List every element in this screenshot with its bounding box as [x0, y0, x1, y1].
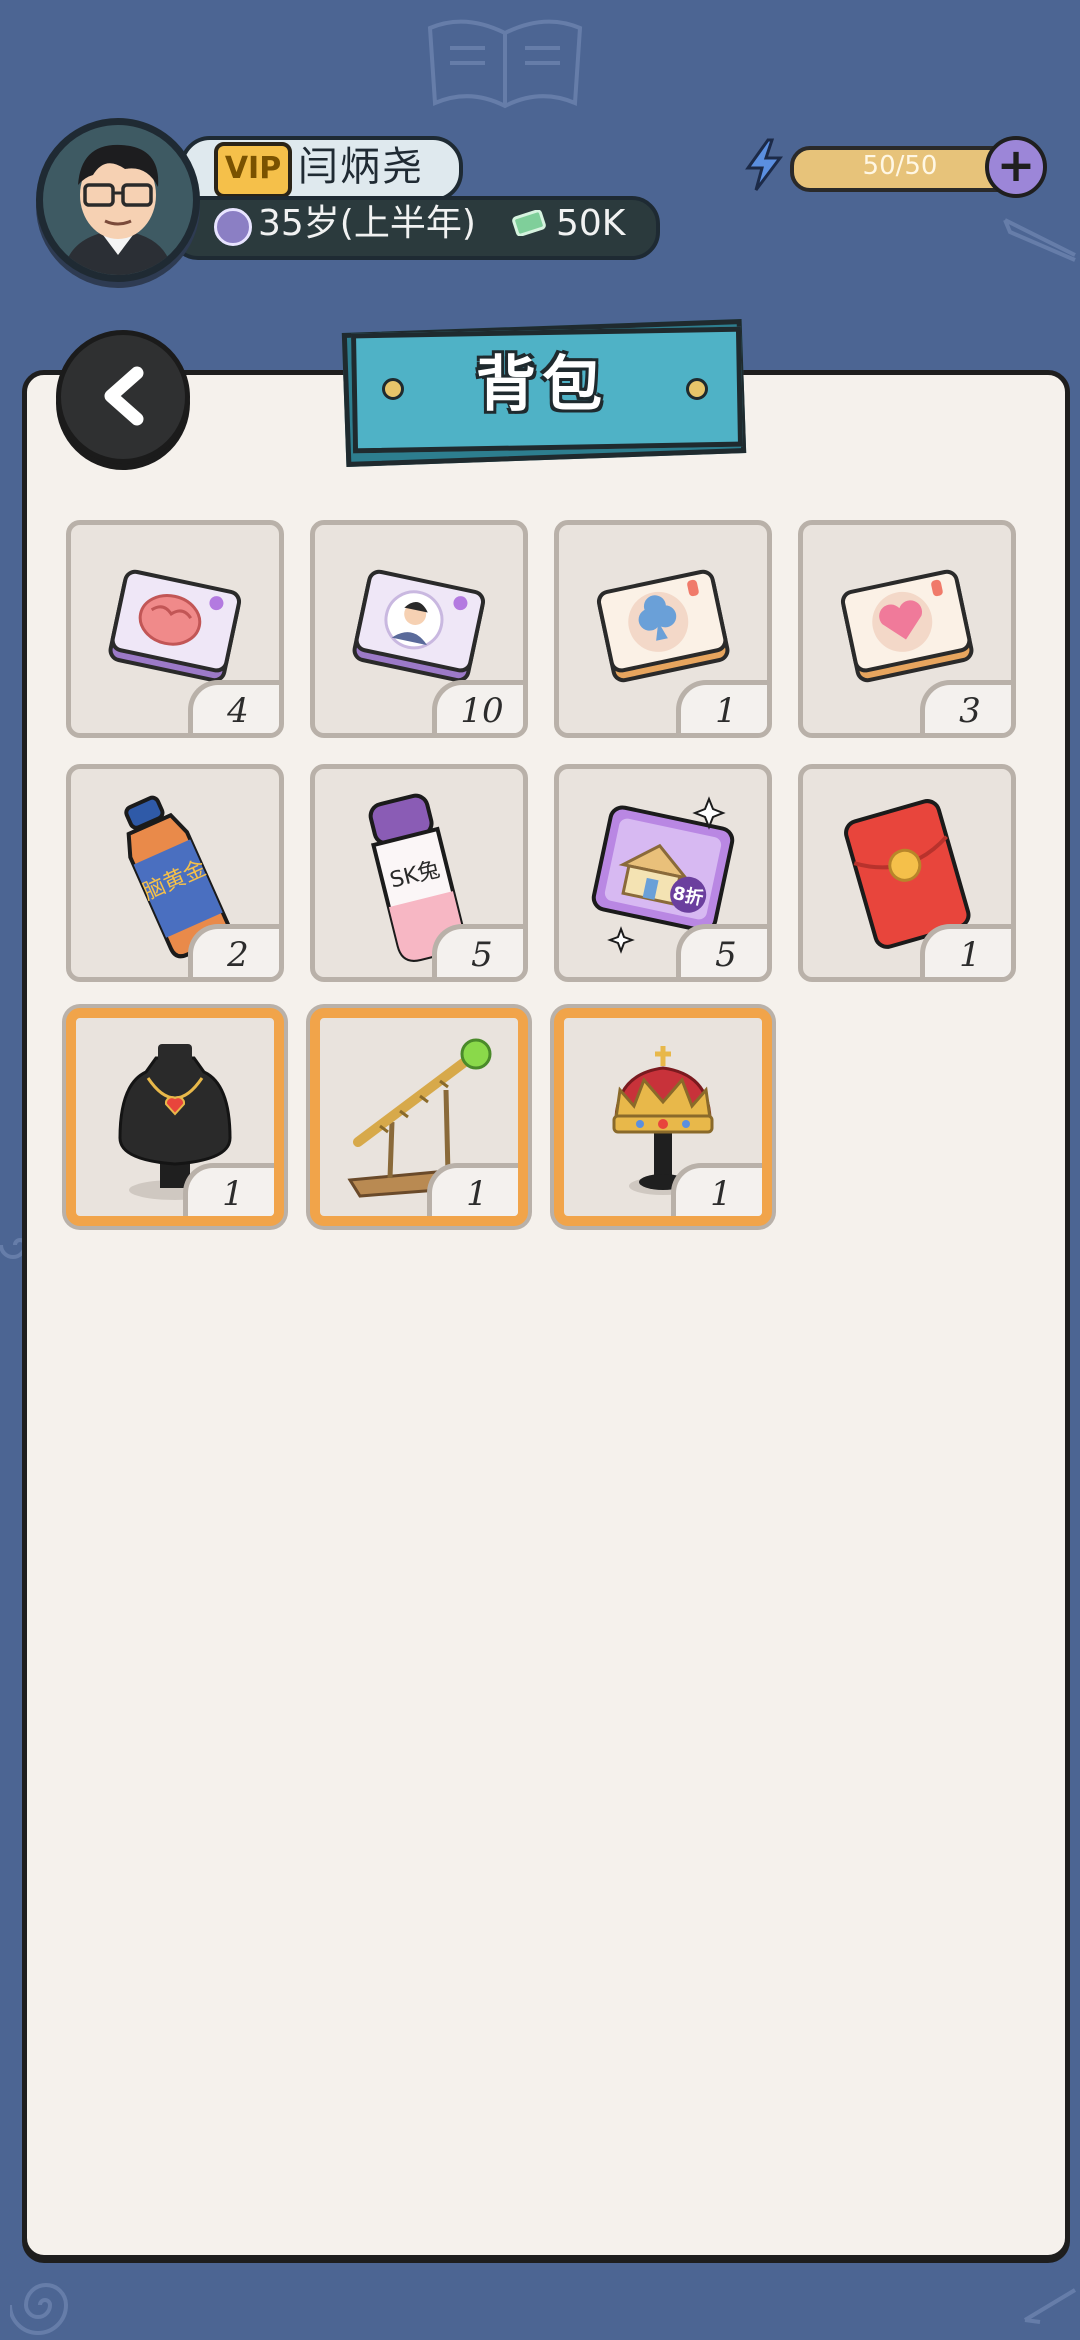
vip-badge[interactable]: VIP	[214, 142, 292, 198]
item-count: 1	[183, 1163, 274, 1216]
item-count: 1	[920, 924, 1011, 977]
clock-icon	[214, 208, 252, 246]
inventory-slot[interactable]: 10	[310, 520, 528, 738]
avatar[interactable]	[36, 118, 200, 282]
inventory-slot[interactable]: 脑黄金 2	[66, 764, 284, 982]
item-count: 1	[427, 1163, 518, 1216]
inventory-slot-rare[interactable]: 1	[554, 1008, 772, 1226]
inventory-slot-rare[interactable]: 1	[310, 1008, 528, 1226]
book-doodle-icon	[427, 19, 583, 109]
inventory-slot[interactable]: 1	[554, 520, 772, 738]
item-count: 1	[671, 1163, 762, 1216]
cash-icon	[512, 210, 546, 236]
item-count: 4	[188, 680, 279, 733]
item-count: 10	[432, 680, 523, 733]
energy-bolt-icon	[745, 138, 783, 191]
item-count: 5	[432, 924, 523, 977]
add-energy-button[interactable]: +	[985, 136, 1047, 198]
pencil-doodle-icon	[1023, 2288, 1077, 2324]
energy-value: 50/50	[862, 151, 938, 181]
player-name: 闫炳尧	[298, 144, 424, 190]
inventory-slot[interactable]: 1	[798, 764, 1016, 982]
pencil-doodle-icon	[1003, 218, 1076, 262]
page-title: 背包	[476, 350, 608, 420]
inventory-slot[interactable]: SK兔 5	[310, 764, 528, 982]
inventory-slot[interactable]: 8折 5	[554, 764, 772, 982]
inventory-slot-rare[interactable]: 1	[66, 1008, 284, 1226]
inventory-slot[interactable]: 4	[66, 520, 284, 738]
back-button[interactable]	[56, 330, 190, 464]
spiral-doodle-icon	[10, 2283, 69, 2335]
item-count: 3	[920, 680, 1011, 733]
item-count: 1	[676, 680, 767, 733]
item-count: 5	[676, 924, 767, 977]
inventory-slot[interactable]: 3	[798, 520, 1016, 738]
player-age: 35岁(上半年)	[258, 203, 476, 244]
chevron-left-icon	[104, 366, 144, 426]
player-cash: 50K	[556, 203, 626, 244]
item-count: 2	[188, 924, 279, 977]
